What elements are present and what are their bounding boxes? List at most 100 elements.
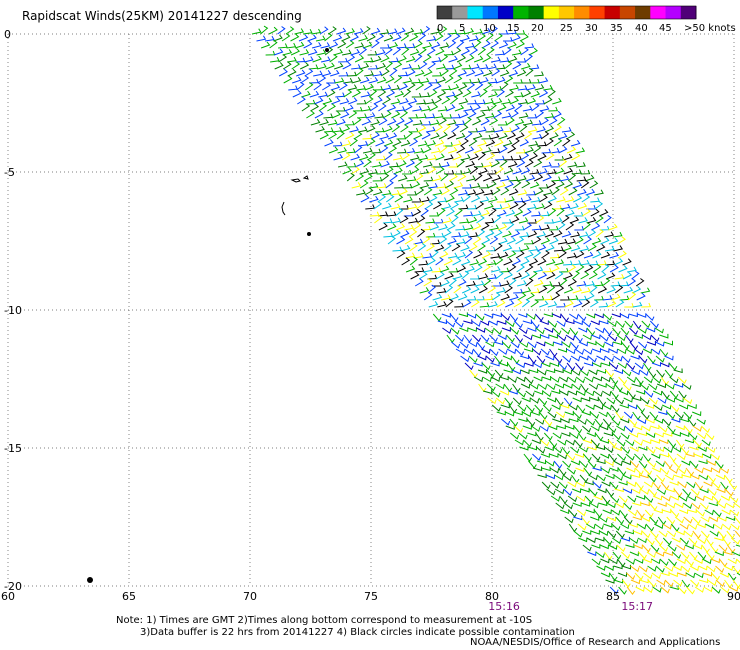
wind-barb bbox=[355, 173, 365, 182]
wind-barb bbox=[361, 118, 372, 126]
wind-barb bbox=[401, 257, 411, 266]
credit-text: NOAA/NESDIS/Office of Research and Appli… bbox=[470, 637, 721, 648]
wind-barb bbox=[438, 224, 448, 231]
wind-barb bbox=[433, 218, 444, 224]
legend-swatch bbox=[665, 6, 682, 19]
wind-barb bbox=[572, 397, 582, 403]
wind-barb bbox=[487, 63, 497, 70]
wind-barb bbox=[536, 126, 546, 133]
wind-barb bbox=[517, 175, 527, 182]
wind-barb bbox=[468, 138, 478, 147]
wind-barb bbox=[356, 84, 366, 91]
wind-barb bbox=[594, 313, 604, 319]
wind-barb bbox=[682, 488, 691, 497]
wind-barb bbox=[708, 501, 718, 507]
wind-barb bbox=[458, 204, 469, 210]
wind-barb bbox=[549, 453, 559, 458]
wind-barb bbox=[575, 362, 584, 371]
wind-barb bbox=[673, 383, 684, 388]
wind-barb bbox=[443, 154, 454, 161]
wind-barb bbox=[508, 277, 517, 287]
wind-barb bbox=[450, 327, 460, 335]
wind-barb bbox=[601, 481, 611, 487]
wind-barb bbox=[718, 544, 728, 553]
wind-barb bbox=[411, 197, 422, 203]
wind-barb bbox=[291, 61, 301, 70]
wind-barb bbox=[380, 172, 390, 182]
wind-barb bbox=[560, 295, 570, 301]
wind-barb bbox=[515, 348, 525, 357]
wind-barb bbox=[533, 159, 543, 168]
wind-barb bbox=[507, 160, 518, 168]
wind-barb bbox=[663, 432, 673, 437]
wind-barb bbox=[540, 224, 550, 231]
wind-barb bbox=[518, 98, 528, 105]
wind-barb bbox=[533, 173, 544, 182]
wind-barb bbox=[491, 56, 501, 63]
wind-barb bbox=[591, 334, 601, 340]
wind-barb bbox=[562, 460, 572, 469]
wind-barb bbox=[612, 551, 622, 560]
wind-barb bbox=[626, 376, 636, 384]
wind-barb bbox=[571, 270, 580, 280]
wind-barb bbox=[344, 104, 354, 112]
wind-barb bbox=[330, 83, 341, 91]
wind-barb bbox=[646, 432, 656, 439]
wind-barb bbox=[593, 404, 604, 410]
wind-barb bbox=[675, 439, 685, 449]
wind-barb bbox=[349, 126, 359, 133]
wind-barb bbox=[664, 355, 674, 361]
wind-barb bbox=[425, 232, 436, 238]
wind-barb bbox=[348, 110, 358, 119]
wind-barb bbox=[545, 258, 556, 266]
wind-barb bbox=[358, 153, 369, 161]
wind-barb bbox=[495, 270, 504, 280]
wind-barb bbox=[640, 397, 650, 405]
wind-barb bbox=[380, 160, 390, 168]
wind-barb bbox=[528, 245, 539, 252]
wind-barb bbox=[578, 217, 588, 224]
wind-barb bbox=[600, 348, 610, 354]
wind-barb bbox=[419, 168, 429, 175]
wind-barb bbox=[589, 502, 599, 509]
wind-barb bbox=[669, 495, 680, 501]
wind-barb bbox=[485, 341, 495, 348]
wind-barb bbox=[402, 183, 413, 189]
wind-barb bbox=[679, 509, 689, 515]
wind-barb bbox=[574, 453, 584, 458]
wind-barb bbox=[528, 258, 539, 266]
wind-barb bbox=[496, 287, 506, 294]
wind-barb bbox=[590, 197, 600, 203]
wind-barb bbox=[505, 196, 515, 203]
wind-barb bbox=[506, 334, 515, 343]
wind-barb bbox=[336, 118, 346, 126]
wind-barb bbox=[496, 76, 506, 84]
wind-barb bbox=[532, 236, 542, 245]
wind-barb bbox=[391, 124, 401, 133]
wind-barb bbox=[346, 172, 355, 182]
wind-barb bbox=[606, 397, 616, 405]
wind-barb bbox=[522, 424, 532, 430]
wind-barb bbox=[515, 236, 525, 245]
wind-barb bbox=[686, 586, 695, 595]
wind-barb bbox=[717, 516, 727, 522]
wind-barb bbox=[643, 467, 653, 476]
wind-barb bbox=[436, 287, 447, 294]
wind-barb bbox=[490, 40, 499, 49]
wind-barb bbox=[480, 106, 491, 112]
wind-barb bbox=[328, 41, 339, 49]
wind-barb bbox=[346, 54, 356, 63]
wind-barb bbox=[569, 432, 579, 440]
wind-barb bbox=[708, 516, 719, 523]
wind-barb bbox=[546, 488, 556, 496]
wind-barb bbox=[392, 154, 403, 161]
wind-barb bbox=[497, 120, 508, 126]
wind-barb bbox=[565, 222, 575, 231]
wind-barb bbox=[513, 288, 523, 294]
wind-barb bbox=[433, 96, 442, 105]
wind-barb bbox=[519, 445, 529, 451]
wind-barb bbox=[631, 270, 640, 280]
wind-barb bbox=[673, 579, 683, 587]
wind-barb bbox=[514, 102, 523, 112]
wind-barb bbox=[573, 211, 584, 217]
